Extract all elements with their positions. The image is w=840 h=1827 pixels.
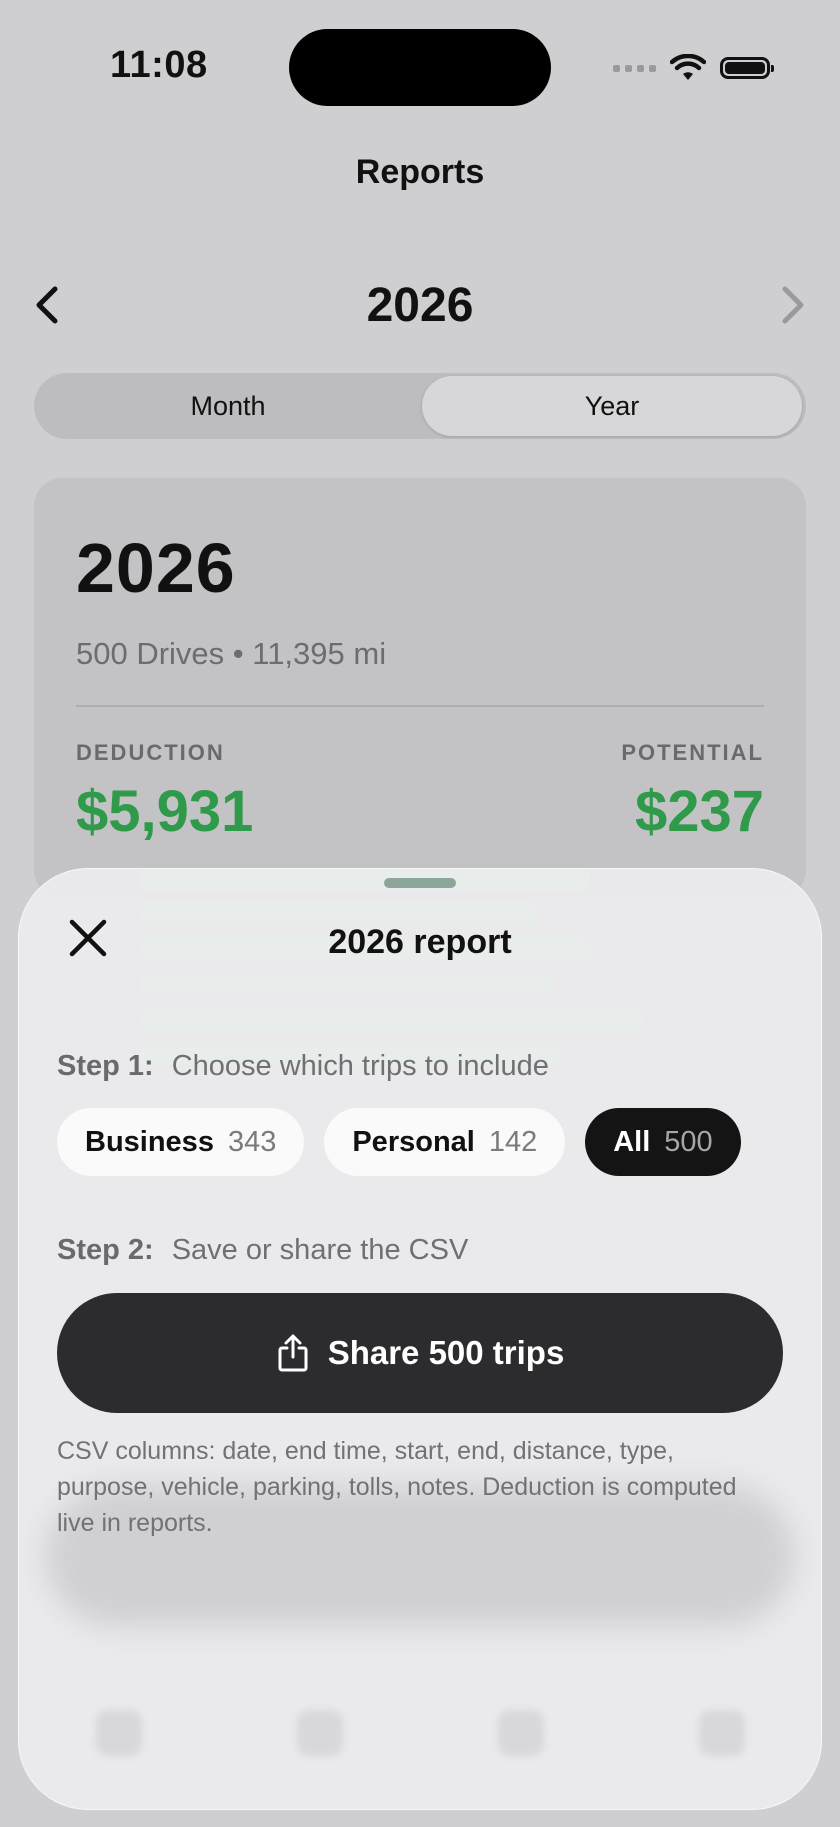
segment-year[interactable]: Year <box>422 376 802 436</box>
share-trips-button[interactable]: Share 500 trips <box>57 1293 783 1413</box>
sheet-title: 2026 report <box>328 923 512 961</box>
csv-footnote: CSV columns: date, end time, start, end,… <box>57 1437 737 1537</box>
chip-count: 142 <box>488 1125 538 1158</box>
summary-card: 2026 500 Drives • 11,395 mi DEDUCTION PO… <box>34 478 806 898</box>
chip-personal[interactable]: Personal 142 <box>324 1108 566 1176</box>
report-sheet: 2026 report Step 1: Choose which trips to… <box>18 868 822 1810</box>
chevron-right-icon <box>782 286 804 324</box>
chip-label: All <box>613 1125 651 1158</box>
share-button-label: Share 500 trips <box>327 1334 565 1371</box>
tab-placeholder <box>296 1710 343 1756</box>
trip-filter-chips: Business 343 Personal 142 All 500 <box>57 1108 741 1176</box>
step-1-label: Step 1: <box>57 1050 154 1082</box>
period-segmented-control: Month Year <box>34 373 806 439</box>
step-2-text: Save or share the CSV <box>171 1234 469 1266</box>
status-icons <box>613 48 774 88</box>
potential-value: $237 <box>634 779 764 844</box>
dynamic-island <box>289 29 551 106</box>
step-1: Step 1: Choose which trips to include <box>57 1050 549 1083</box>
chip-count: 500 <box>664 1125 713 1158</box>
tab-placeholder <box>95 1710 142 1756</box>
chip-label: Business <box>85 1125 214 1158</box>
chip-all[interactable]: All 500 <box>585 1108 741 1176</box>
sheet-grabber[interactable] <box>384 878 456 888</box>
step-2-label: Step 2: <box>57 1234 154 1266</box>
deduction-value: $5,931 <box>76 779 254 844</box>
wifi-icon <box>670 54 706 80</box>
blurred-tab-bar <box>18 1678 822 1788</box>
next-year-button[interactable] <box>768 280 818 330</box>
deduction-label: DEDUCTION <box>76 740 225 765</box>
tab-placeholder <box>698 1710 745 1756</box>
year-navigator: 2026 <box>0 270 840 340</box>
step-1-text: Choose which trips to include <box>171 1050 549 1082</box>
segment-month[interactable]: Month <box>38 376 418 436</box>
potential-label: POTENTIAL <box>621 740 764 765</box>
chip-label: Personal <box>352 1125 475 1158</box>
status-time: 11:08 <box>110 44 208 86</box>
summary-year: 2026 <box>76 529 236 607</box>
chip-business[interactable]: Business 343 <box>57 1108 305 1176</box>
battery-icon <box>720 57 774 79</box>
step-2: Step 2: Save or share the CSV <box>57 1234 468 1267</box>
year-label: 2026 <box>366 279 474 332</box>
tab-placeholder <box>497 1710 544 1756</box>
chip-count: 343 <box>227 1125 277 1158</box>
share-icon <box>278 1334 308 1372</box>
divider <box>76 705 764 707</box>
summary-subtitle: 500 Drives • 11,395 mi <box>76 636 387 671</box>
signal-icon <box>613 64 656 72</box>
page-title: Reports <box>355 153 485 191</box>
